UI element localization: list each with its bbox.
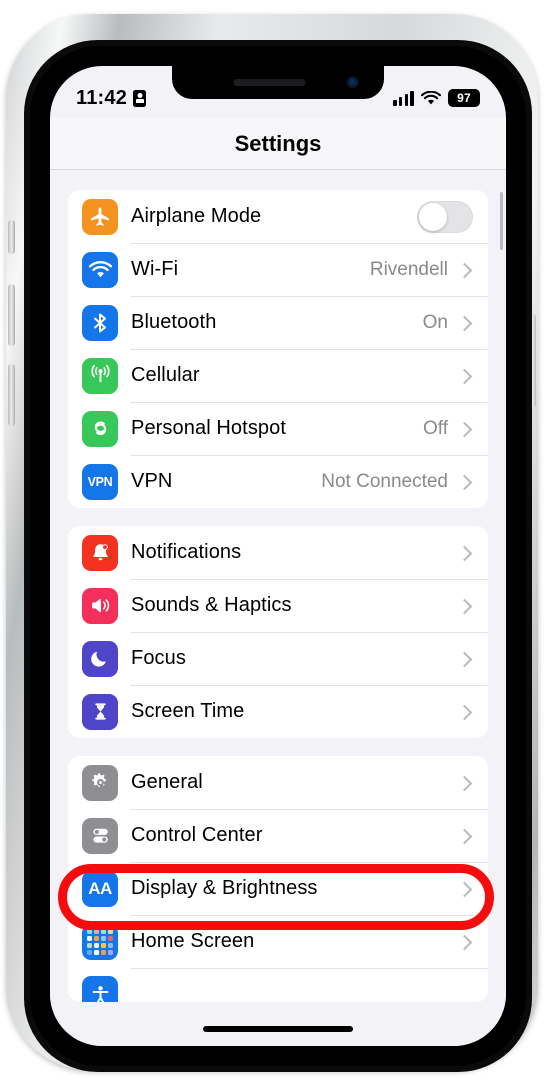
row-value: Rivendell xyxy=(369,258,448,280)
display-aa-icon-text: AA xyxy=(88,878,112,898)
row-display-brightness[interactable]: AA Display & Brightness xyxy=(68,862,488,915)
chevron-right-icon xyxy=(457,368,473,384)
phone-screen: 11:42 97 Settings Airplane Mode Wi-Fi Ri… xyxy=(50,66,506,1046)
row-label: Wi-Fi xyxy=(131,258,179,280)
chevron-right-icon xyxy=(457,598,473,614)
hourglass-icon xyxy=(82,693,118,730)
battery-indicator: 97 xyxy=(448,89,480,107)
cellular-signal-icon xyxy=(393,90,414,106)
settings-group-alerts: Notifications Sounds & Haptics Focus Scr… xyxy=(68,526,488,738)
chevron-right-icon xyxy=(457,651,473,667)
control-center-icon xyxy=(82,817,118,854)
row-label: VPN xyxy=(131,470,173,492)
row-label: Notifications xyxy=(131,541,242,563)
front-camera-icon xyxy=(347,77,358,88)
chevron-right-icon xyxy=(457,262,473,278)
row-cellular[interactable]: Cellular xyxy=(68,349,488,402)
chevron-right-icon xyxy=(457,828,473,844)
row-label: Bluetooth xyxy=(131,311,217,333)
vpn-icon-text: VPN xyxy=(87,474,113,489)
vpn-icon: VPN xyxy=(82,463,118,500)
status-bar-right: 97 xyxy=(393,89,480,107)
row-label: Control Center xyxy=(131,824,263,846)
chevron-right-icon xyxy=(457,704,473,720)
page-title: Settings xyxy=(234,130,322,156)
bluetooth-icon xyxy=(82,304,118,341)
home-screen-grid xyxy=(87,928,113,955)
volume-up-button[interactable] xyxy=(8,284,15,346)
chevron-right-icon xyxy=(457,934,473,950)
settings-group-system: General Control Center AA Display & Brig… xyxy=(68,756,488,1002)
phone-frame: 11:42 97 Settings Airplane Mode Wi-Fi Ri… xyxy=(6,14,538,1072)
row-accessibility-partial[interactable] xyxy=(68,968,488,1002)
row-label: Sounds & Haptics xyxy=(131,594,292,616)
status-time: 11:42 xyxy=(76,86,128,109)
cellular-antenna-icon xyxy=(82,357,118,394)
row-label: Airplane Mode xyxy=(131,205,262,227)
row-home-screen[interactable]: Home Screen xyxy=(68,915,488,968)
row-screen-time[interactable]: Screen Time xyxy=(68,685,488,738)
row-label: Personal Hotspot xyxy=(131,417,287,439)
airplane-mode-toggle[interactable] xyxy=(417,200,473,233)
row-control-center[interactable]: Control Center xyxy=(68,809,488,862)
screenshot-stage: 11:42 97 Settings Airplane Mode Wi-Fi Ri… xyxy=(0,0,544,1080)
airplane-icon xyxy=(82,198,118,235)
toggle-knob xyxy=(419,202,447,231)
display-aa-icon: AA xyxy=(82,870,118,907)
chevron-right-icon xyxy=(457,545,473,561)
speaker-icon xyxy=(82,587,118,624)
accessibility-icon xyxy=(82,976,118,1002)
volume-down-button[interactable] xyxy=(8,364,15,426)
row-label: General xyxy=(131,771,203,793)
row-airplane-mode[interactable]: Airplane Mode xyxy=(68,190,488,243)
row-value: Not Connected xyxy=(321,470,448,492)
chevron-right-icon xyxy=(457,775,473,791)
row-notifications[interactable]: Notifications xyxy=(68,526,488,579)
row-label: Home Screen xyxy=(131,930,255,952)
gear-icon xyxy=(82,764,118,801)
home-screen-grid-icon xyxy=(82,923,118,960)
settings-scroll-area[interactable]: Airplane Mode Wi-Fi Rivendell Bluetooth … xyxy=(50,170,506,1046)
row-label: Focus xyxy=(131,647,186,669)
row-value: Off xyxy=(423,417,448,439)
chevron-right-icon xyxy=(457,315,473,331)
row-general[interactable]: General xyxy=(68,756,488,809)
portrait-lock-icon xyxy=(133,89,147,107)
wifi-icon xyxy=(82,251,118,288)
row-bluetooth[interactable]: Bluetooth On xyxy=(68,296,488,349)
earpiece-speaker xyxy=(233,79,306,86)
row-wifi[interactable]: Wi-Fi Rivendell xyxy=(68,243,488,296)
row-label: Cellular xyxy=(131,364,200,386)
chevron-right-icon xyxy=(457,881,473,897)
status-bar-left: 11:42 xyxy=(76,86,147,110)
row-label: Display & Brightness xyxy=(131,877,318,899)
home-indicator[interactable] xyxy=(203,1026,353,1032)
vertical-scrollbar[interactable] xyxy=(500,192,503,250)
bell-icon xyxy=(82,534,118,571)
row-focus[interactable]: Focus xyxy=(68,632,488,685)
settings-group-connectivity: Airplane Mode Wi-Fi Rivendell Bluetooth … xyxy=(68,190,488,508)
mute-switch-button[interactable] xyxy=(8,220,15,254)
hotspot-link-icon xyxy=(82,410,118,447)
row-value: On xyxy=(422,311,448,333)
chevron-right-icon xyxy=(457,421,473,437)
row-sounds-haptics[interactable]: Sounds & Haptics xyxy=(68,579,488,632)
wifi-icon xyxy=(420,90,442,106)
moon-icon xyxy=(82,640,118,677)
chevron-right-icon xyxy=(457,474,473,490)
navigation-bar: Settings xyxy=(50,118,506,170)
display-notch xyxy=(172,66,384,99)
row-personal-hotspot[interactable]: Personal Hotspot Off xyxy=(68,402,488,455)
row-label: Screen Time xyxy=(131,700,245,722)
row-vpn[interactable]: VPN VPN Not Connected xyxy=(68,455,488,508)
